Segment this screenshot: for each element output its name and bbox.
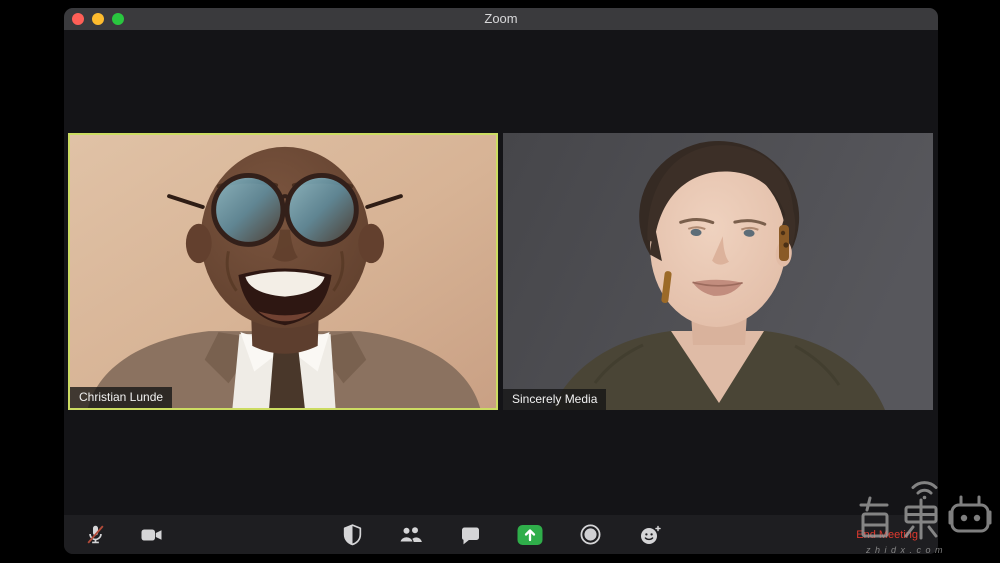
participant-video-sincerely — [503, 133, 933, 410]
shield-icon — [341, 523, 364, 546]
reactions-icon — [638, 524, 662, 546]
chat-bubble-icon — [458, 524, 482, 546]
titlebar[interactable]: Zoom — [64, 8, 938, 30]
video-tile-sincerely-media[interactable]: Sincerely Media — [503, 133, 933, 410]
chat-button[interactable] — [452, 519, 488, 551]
record-icon — [579, 523, 602, 546]
meeting-toolbar: End Meeting — [64, 515, 938, 554]
video-camera-icon — [139, 524, 165, 546]
participant-name-label: Sincerely Media — [503, 389, 606, 410]
participant-video-christian — [70, 135, 496, 408]
window-title: Zoom — [64, 8, 938, 30]
participants-button[interactable] — [392, 519, 428, 551]
zoom-window: Zoom — [64, 8, 938, 554]
participants-icon — [397, 524, 424, 545]
mute-button[interactable] — [77, 519, 113, 551]
reactions-button[interactable] — [632, 519, 668, 551]
record-button[interactable] — [572, 519, 608, 551]
video-tile-christian-lunde[interactable]: Christian Lunde — [68, 133, 498, 410]
desktop: { "window": { "title": "Zoom" }, "partic… — [0, 0, 1000, 563]
microphone-muted-icon — [84, 523, 107, 546]
participant-name-label: Christian Lunde — [70, 387, 172, 408]
video-button[interactable] — [134, 519, 170, 551]
share-screen-icon — [516, 523, 544, 547]
end-meeting-button[interactable]: End Meeting — [856, 529, 918, 541]
security-button[interactable] — [334, 519, 370, 551]
share-screen-button[interactable] — [512, 519, 548, 551]
